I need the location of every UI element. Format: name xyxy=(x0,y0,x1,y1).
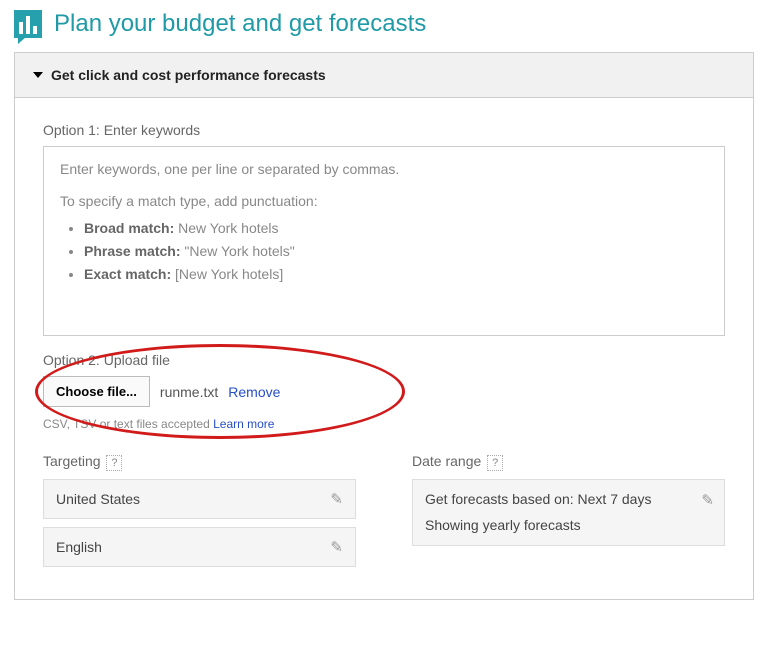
match-type-item: Exact match: [New York hotels] xyxy=(84,264,708,286)
caret-down-icon xyxy=(33,72,43,78)
chart-bubble-icon xyxy=(14,10,42,38)
uploaded-filename: runme.txt xyxy=(160,384,218,400)
placeholder-line: To specify a match type, add punctuation… xyxy=(60,191,708,213)
date-range-section: Date range ? ✎ Get forecasts based on: N… xyxy=(412,453,725,575)
targeting-section: Targeting ? United States ✎ English ✎ xyxy=(43,453,356,575)
forecast-yearly-text: Showing yearly forecasts xyxy=(425,516,712,536)
date-range-label: Date range ? xyxy=(412,453,725,471)
main-panel: Get click and cost performance forecasts… xyxy=(14,52,754,600)
learn-more-link[interactable]: Learn more xyxy=(213,417,274,431)
accepted-filetypes: CSV, TSV or text files accepted Learn mo… xyxy=(43,417,725,431)
location-picker[interactable]: United States ✎ xyxy=(43,479,356,519)
location-value: United States xyxy=(56,491,140,507)
pencil-icon: ✎ xyxy=(330,538,343,556)
pencil-icon: ✎ xyxy=(330,490,343,508)
panel-header[interactable]: Get click and cost performance forecasts xyxy=(15,53,753,98)
help-icon[interactable]: ? xyxy=(106,455,122,471)
pencil-icon: ✎ xyxy=(701,490,714,511)
forecast-basis: Get forecasts based on: Next 7 days xyxy=(425,490,712,510)
page-title: Plan your budget and get forecasts xyxy=(54,10,426,38)
date-range-picker[interactable]: ✎ Get forecasts based on: Next 7 days Sh… xyxy=(412,479,725,546)
panel-body: Option 1: Enter keywords Enter keywords,… xyxy=(15,98,753,599)
targeting-label: Targeting ? xyxy=(43,453,356,471)
placeholder-line: Enter keywords, one per line or separate… xyxy=(60,159,708,181)
match-type-list: Broad match: New York hotels Phrase matc… xyxy=(60,218,708,285)
page-header: Plan your budget and get forecasts xyxy=(14,10,754,38)
language-picker[interactable]: English ✎ xyxy=(43,527,356,567)
match-type-item: Broad match: New York hotels xyxy=(84,218,708,240)
bottom-row: Targeting ? United States ✎ English ✎ Da… xyxy=(43,453,725,575)
option1-label: Option 1: Enter keywords xyxy=(43,122,725,138)
option2-section: Option 2: Upload file Choose file... run… xyxy=(43,352,725,431)
panel-title: Get click and cost performance forecasts xyxy=(51,67,326,83)
upload-row: Choose file... runme.txt Remove xyxy=(43,376,725,407)
keywords-textarea[interactable]: Enter keywords, one per line or separate… xyxy=(43,146,725,336)
option2-label: Option 2: Upload file xyxy=(43,352,725,368)
option1-section: Option 1: Enter keywords Enter keywords,… xyxy=(43,122,725,336)
choose-file-button[interactable]: Choose file... xyxy=(43,376,150,407)
help-icon[interactable]: ? xyxy=(487,455,503,471)
language-value: English xyxy=(56,539,102,555)
remove-file-link[interactable]: Remove xyxy=(228,384,280,400)
match-type-item: Phrase match: "New York hotels" xyxy=(84,241,708,263)
